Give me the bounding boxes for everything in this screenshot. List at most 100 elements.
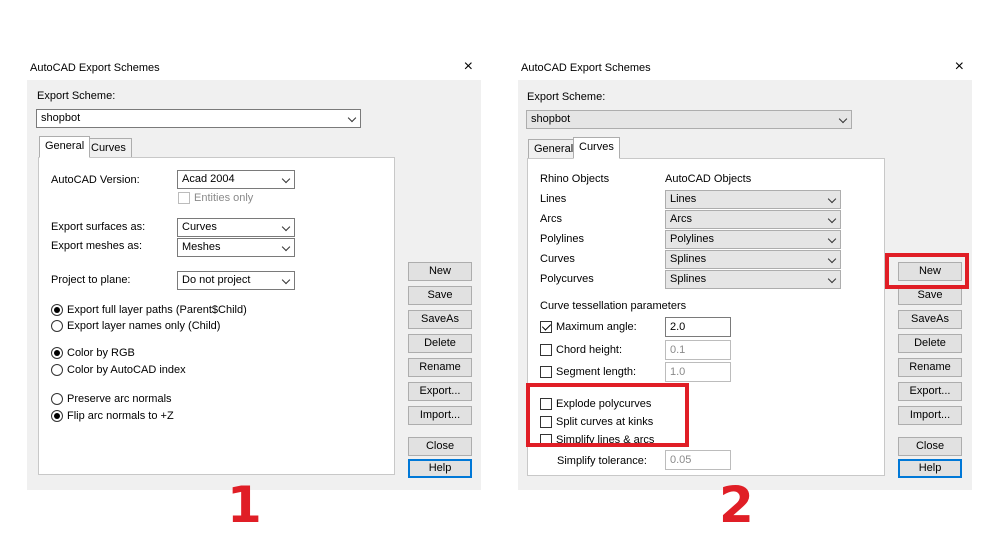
chevron-down-icon	[281, 174, 291, 184]
export-schemes-dialog-general: AutoCAD Export Schemes × Export Scheme: …	[27, 56, 481, 490]
saveas-button[interactable]: SaveAs	[898, 310, 962, 329]
radio-color-by-rgb-label: Color by RGB	[67, 347, 135, 359]
export-button[interactable]: Export...	[408, 382, 472, 401]
simplify-tolerance-label: Simplify tolerance:	[557, 455, 647, 467]
radio-full-layer-paths-label: Export full layer paths (Parent$Child)	[67, 304, 247, 316]
export-meshes-select[interactable]: Meshes	[177, 238, 295, 257]
export-surfaces-select[interactable]: Curves	[177, 218, 295, 237]
chevron-down-icon	[347, 113, 357, 123]
mapping-label: Polylines	[540, 233, 585, 245]
new-button[interactable]: New	[408, 262, 472, 281]
autocad-version-select[interactable]: Acad 2004	[177, 170, 295, 189]
help-button[interactable]: Help	[408, 459, 472, 478]
highlight-new-button	[885, 253, 969, 289]
close-button[interactable]: Close	[408, 437, 472, 456]
radio-flip-arc-normals-label: Flip arc normals to +Z	[67, 410, 174, 422]
segment-length-checkbox[interactable]: Segment length:	[540, 366, 636, 379]
chevron-down-icon	[827, 194, 837, 204]
tab-general[interactable]: General	[528, 139, 580, 159]
chevron-down-icon	[827, 214, 837, 224]
checkbox-icon	[178, 192, 190, 205]
entities-only-label: Entities only	[194, 192, 254, 204]
curves-mapping-select[interactable]: Splines	[665, 250, 841, 269]
mapping-value: Polylines	[670, 233, 715, 245]
dialog-title: AutoCAD Export Schemes	[521, 62, 651, 74]
chord-height-label: Chord height:	[556, 344, 623, 356]
close-button[interactable]: Close	[898, 437, 962, 456]
title-bar: AutoCAD Export Schemes ×	[518, 56, 972, 80]
radio-checked-icon	[51, 347, 63, 360]
mapping-label: Lines	[540, 193, 567, 205]
radio-layer-names-only-label: Export layer names only (Child)	[67, 320, 221, 332]
simplify-tolerance-input[interactable]: 0.05	[665, 450, 731, 470]
delete-button[interactable]: Delete	[898, 334, 962, 353]
tab-curves[interactable]: Curves	[85, 138, 132, 158]
checkbox-icon	[540, 344, 552, 357]
dialog-title: AutoCAD Export Schemes	[30, 62, 160, 74]
close-icon[interactable]: ×	[464, 58, 473, 76]
maximum-angle-input[interactable]: 2.0	[665, 317, 731, 337]
rename-button[interactable]: Rename	[898, 358, 962, 377]
chevron-down-icon	[827, 234, 837, 244]
arcs-mapping-select[interactable]: Arcs	[665, 210, 841, 229]
radio-checked-icon	[51, 410, 63, 423]
mapping-value: Splines	[670, 253, 707, 265]
polylines-mapping-select[interactable]: Polylines	[665, 230, 841, 249]
polycurves-mapping-select[interactable]: Splines	[665, 270, 841, 289]
export-surfaces-value: Curves	[182, 221, 217, 233]
radio-checked-icon	[51, 304, 63, 317]
radio-layer-names-only[interactable]: Export layer names only (Child)	[51, 320, 221, 333]
mapping-value: Splines	[670, 273, 707, 285]
figure-label-two: 2	[719, 476, 754, 534]
chevron-down-icon	[827, 274, 837, 284]
tab-curves[interactable]: Curves	[573, 137, 620, 159]
export-scheme-select[interactable]: shopbot	[36, 109, 361, 128]
delete-button[interactable]: Delete	[408, 334, 472, 353]
rename-button[interactable]: Rename	[408, 358, 472, 377]
close-icon[interactable]: ×	[955, 58, 964, 76]
export-scheme-label: Export Scheme:	[37, 90, 116, 102]
chevron-down-icon	[281, 275, 291, 285]
chord-height-checkbox[interactable]: Chord height:	[540, 344, 623, 357]
export-scheme-label: Export Scheme:	[527, 91, 606, 103]
export-scheme-value: shopbot	[41, 112, 81, 124]
export-scheme-value: shopbot	[531, 113, 571, 125]
project-to-plane-select[interactable]: Do not project	[177, 271, 295, 290]
chevron-down-icon	[838, 114, 848, 124]
segment-length-input[interactable]: 1.0	[665, 362, 731, 382]
autocad-version-label: AutoCAD Version:	[51, 174, 140, 186]
chevron-down-icon	[281, 222, 291, 232]
export-scheme-select[interactable]: shopbot	[526, 110, 852, 129]
save-button[interactable]: Save	[408, 286, 472, 305]
import-button[interactable]: Import...	[408, 406, 472, 425]
saveas-button[interactable]: SaveAs	[408, 310, 472, 329]
radio-color-by-index[interactable]: Color by AutoCAD index	[51, 364, 186, 377]
export-meshes-label: Export meshes as:	[51, 240, 143, 252]
radio-icon	[51, 320, 63, 333]
autocad-objects-header: AutoCAD Objects	[665, 173, 752, 185]
radio-preserve-arc-normals[interactable]: Preserve arc normals	[51, 393, 172, 406]
mapping-label: Arcs	[540, 213, 562, 225]
chevron-down-icon	[281, 242, 291, 252]
radio-preserve-arc-normals-label: Preserve arc normals	[67, 393, 172, 405]
help-button[interactable]: Help	[898, 459, 962, 478]
maximum-angle-checkbox[interactable]: Maximum angle:	[540, 321, 637, 334]
chord-height-input[interactable]: 0.1	[665, 340, 731, 360]
radio-full-layer-paths[interactable]: Export full layer paths (Parent$Child)	[51, 304, 247, 317]
maximum-angle-label: Maximum angle:	[556, 321, 637, 333]
chevron-down-icon	[827, 254, 837, 264]
autocad-version-value: Acad 2004	[182, 173, 235, 185]
mapping-label: Polycurves	[540, 273, 594, 285]
radio-icon	[51, 393, 63, 406]
export-button[interactable]: Export...	[898, 382, 962, 401]
tab-general[interactable]: General	[39, 136, 91, 158]
radio-icon	[51, 364, 63, 377]
mapping-label: Curves	[540, 253, 575, 265]
project-to-plane-label: Project to plane:	[51, 274, 131, 286]
entities-only-checkbox[interactable]: Entities only	[178, 192, 254, 205]
project-to-plane-value: Do not project	[182, 274, 251, 286]
radio-color-by-rgb[interactable]: Color by RGB	[51, 347, 135, 360]
lines-mapping-select[interactable]: Lines	[665, 190, 841, 209]
import-button[interactable]: Import...	[898, 406, 962, 425]
radio-flip-arc-normals[interactable]: Flip arc normals to +Z	[51, 410, 174, 423]
